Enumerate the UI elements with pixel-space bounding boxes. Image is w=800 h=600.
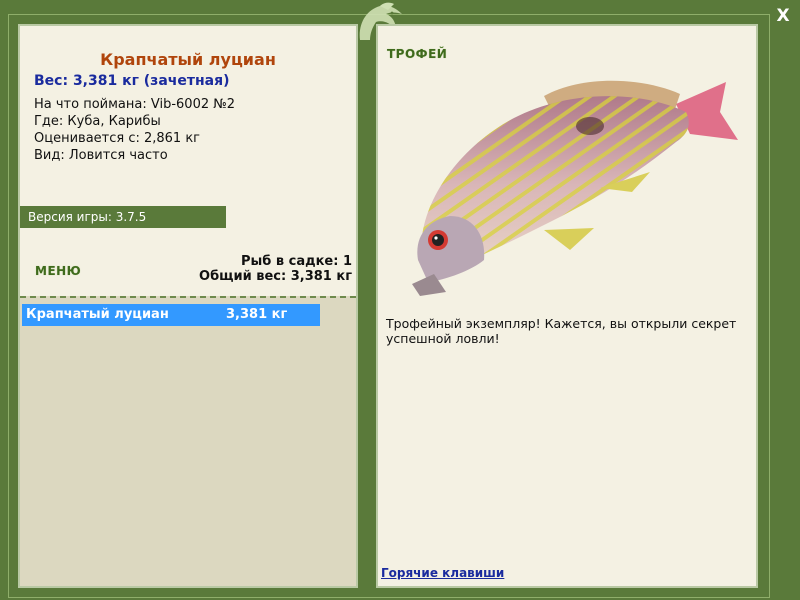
fish-weight: Вес: 3,381 кг (зачетная) <box>34 73 230 89</box>
list-item-name: Крапчатый луциан <box>26 307 169 322</box>
trophy-message: Трофейный экземпляр! Кажется, вы открыли… <box>386 316 737 346</box>
menu-button[interactable]: МЕНЮ <box>35 264 81 278</box>
fish-name-title: Крапчатый луциан <box>100 50 276 69</box>
kind-line: Вид: Ловится часто <box>34 148 168 163</box>
snapper-fish-photo <box>412 80 738 296</box>
hotkeys-link[interactable]: Горячие клавиши <box>381 566 504 580</box>
trophy-panel: ТРОФЕЙ Трофейный экземпляр! Кажется, вы … <box>376 24 758 588</box>
fish-info-panel: Крапчатый луциан Вес: 3,381 кг (зачетная… <box>18 24 358 588</box>
keep-net-list[interactable]: Крапчатый луциан 3,381 кг <box>20 296 356 586</box>
total-weight: Общий вес: 3,381 кг <box>199 269 352 284</box>
list-item-weight: 3,381 кг <box>226 307 288 322</box>
game-version-bar: Версия игры: 3.7.5 <box>20 206 226 228</box>
trophy-label: ТРОФЕЙ <box>387 47 448 61</box>
location-line: Где: Куба, Карибы <box>34 114 161 129</box>
valued-from-line: Оценивается с: 2,861 кг <box>34 131 201 146</box>
keep-net-stats: Рыб в садке: 1 Общий вес: 3,381 кг <box>199 254 352 284</box>
close-button[interactable]: X <box>773 6 793 26</box>
list-item[interactable]: Крапчатый луциан 3,381 кг <box>22 304 320 326</box>
fish-details: На что поймана: Vib-6002 №2 Где: Куба, К… <box>34 96 235 164</box>
fish-count: Рыб в садке: 1 <box>240 254 352 269</box>
caught-with-line: На что поймана: Vib-6002 №2 <box>34 97 236 112</box>
